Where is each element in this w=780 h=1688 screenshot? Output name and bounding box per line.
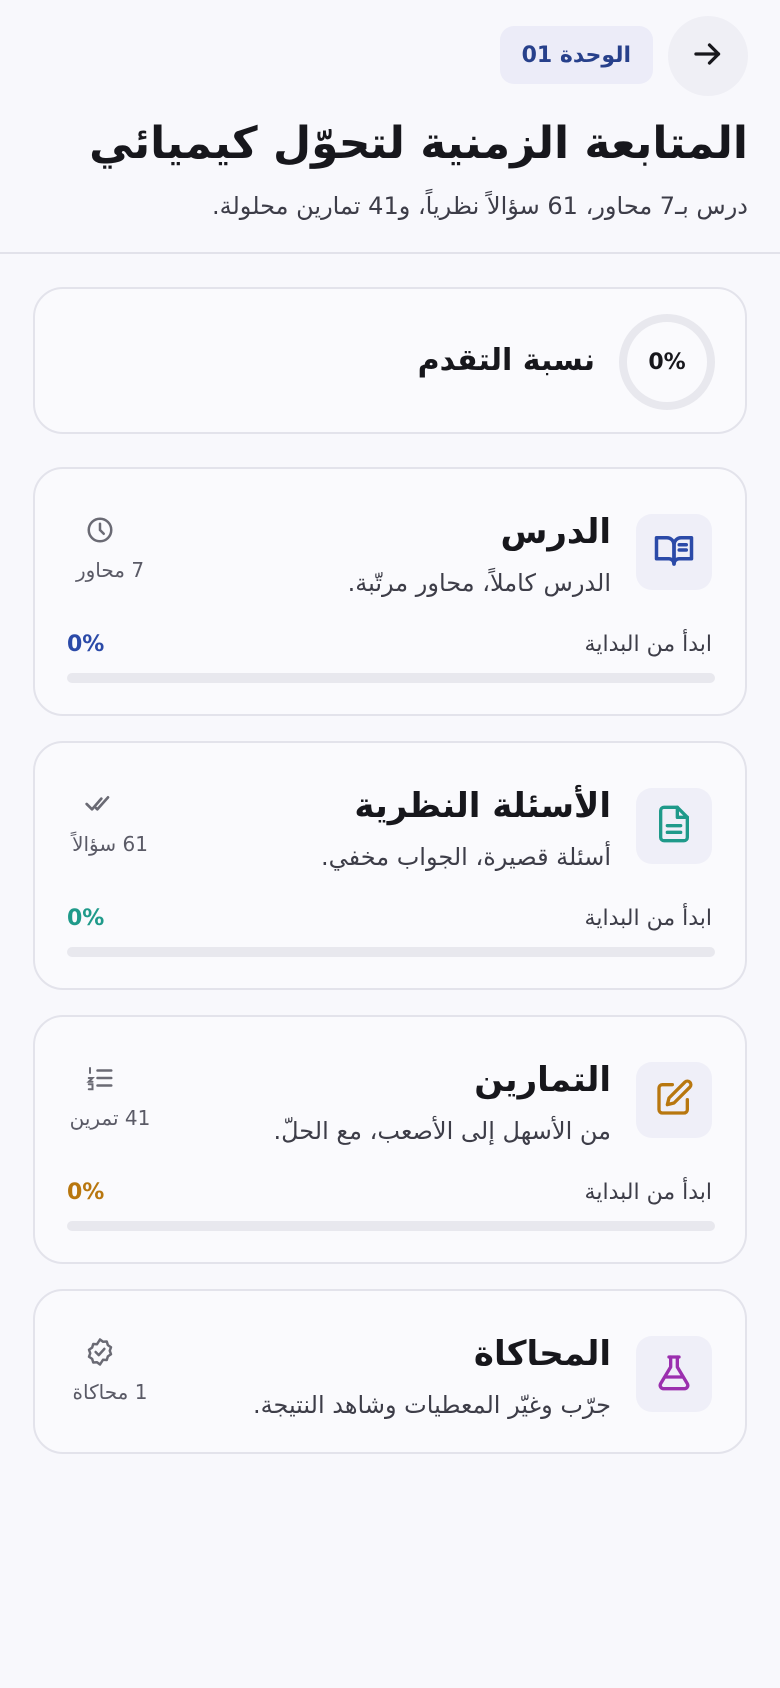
- section-title: الدرس: [500, 512, 611, 552]
- section-title: المحاكاة: [473, 1334, 611, 1374]
- edit-square-icon: [654, 1078, 694, 1122]
- overall-progress-card: 0% نسبة التقدم: [33, 287, 747, 434]
- section-meta: 41 تمرين: [69, 1106, 151, 1130]
- progress-ring: 0%: [619, 314, 715, 410]
- section-progress-bar: [67, 673, 715, 683]
- clock-icon: [83, 513, 117, 547]
- section-percent: 0%: [67, 906, 105, 931]
- section-icon: [636, 514, 712, 590]
- start-label: ابدأ من البداية: [584, 632, 712, 657]
- section-icon: [636, 1062, 712, 1138]
- section-progress-bar: [67, 1221, 715, 1231]
- section-description: من الأسهل إلى الأصعب، مع الحلّ.: [273, 1117, 612, 1145]
- section-meta: 61 سؤالاً: [72, 832, 148, 856]
- section-icon: [636, 1336, 712, 1412]
- theory-questions-card[interactable]: الأسئلة النظرية أسئلة قصيرة، الجواب مخفي…: [33, 741, 747, 990]
- section-meta: 1 محاكاة: [72, 1380, 148, 1404]
- numbered-list-icon: [83, 1061, 117, 1095]
- section-description: أسئلة قصيرة، الجواب مخفي.: [320, 843, 611, 871]
- section-description: الدرس كاملاً، محاور مرتّبة.: [347, 569, 611, 597]
- verified-badge-icon: [83, 1335, 117, 1369]
- section-title: التمارين: [474, 1060, 611, 1100]
- section-title: الأسئلة النظرية: [354, 786, 611, 826]
- arrow-right-icon: [690, 36, 726, 76]
- start-label: ابدأ من البداية: [584, 906, 712, 931]
- page-header: الوحدة 01 المتابعة الزمنية لتحوّل كيميائ…: [0, 0, 780, 254]
- section-icon: [636, 788, 712, 864]
- progress-ring-value: 0%: [648, 349, 686, 375]
- progress-label: نسبة التقدم: [417, 343, 595, 378]
- section-meta: 7 محاور: [75, 558, 145, 582]
- document-text-icon: [654, 804, 694, 848]
- page-title: المتابعة الزمنية لتحوّل كيميائي: [89, 118, 748, 169]
- book-open-icon: [653, 529, 695, 575]
- section-progress-bar: [67, 947, 715, 957]
- page-subtitle: درس بـ7 محاور، 61 سؤالاً نظرياً، و41 تما…: [212, 192, 748, 220]
- lesson-card[interactable]: الدرس الدرس كاملاً، محاور مرتّبة. 7 محاو…: [33, 467, 747, 716]
- section-description: جرّب وغيّر المعطيات وشاهد النتيجة.: [252, 1391, 611, 1419]
- back-button[interactable]: [668, 16, 748, 96]
- flask-icon: [654, 1352, 694, 1396]
- unit-badge: الوحدة 01: [499, 26, 653, 84]
- section-percent: 0%: [67, 1180, 105, 1205]
- start-label: ابدأ من البداية: [584, 1180, 712, 1205]
- section-percent: 0%: [67, 632, 105, 657]
- exercises-card[interactable]: التمارين من الأسهل إلى الأصعب، مع الحلّ.…: [33, 1015, 747, 1264]
- simulation-card[interactable]: المحاكاة جرّب وغيّر المعطيات وشاهد النتي…: [33, 1289, 747, 1454]
- double-check-icon: [83, 787, 117, 821]
